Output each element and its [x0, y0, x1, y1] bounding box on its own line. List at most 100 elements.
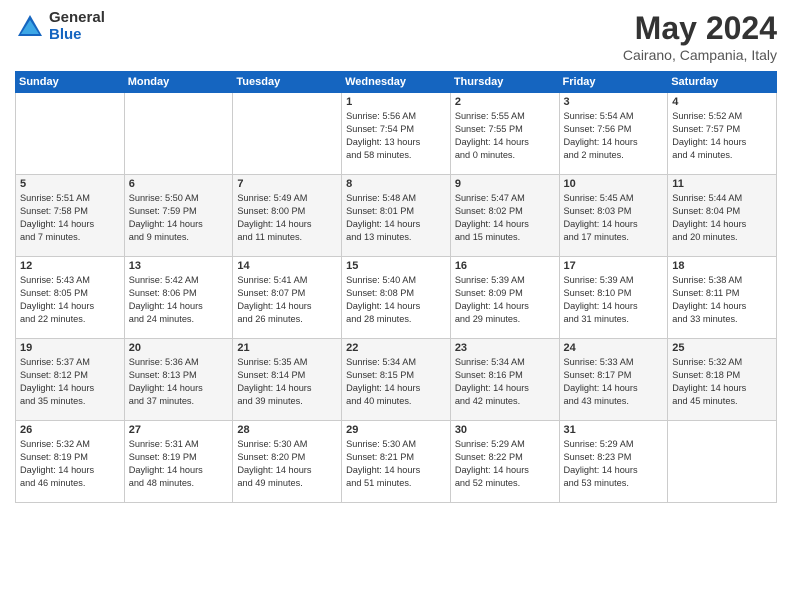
day-number: 20 — [129, 342, 229, 354]
day-number: 6 — [129, 178, 229, 190]
cell-content: Sunrise: 5:33 AM Sunset: 8:17 PM Dayligh… — [564, 356, 664, 408]
day-number: 31 — [564, 424, 664, 436]
location: Cairano, Campania, Italy — [623, 47, 777, 63]
cell-content: Sunrise: 5:37 AM Sunset: 8:12 PM Dayligh… — [20, 356, 120, 408]
day-number: 23 — [455, 342, 555, 354]
cell-content: Sunrise: 5:30 AM Sunset: 8:21 PM Dayligh… — [346, 438, 446, 490]
day-number: 17 — [564, 260, 664, 272]
cell-w1-d2 — [124, 93, 233, 175]
cell-content: Sunrise: 5:31 AM Sunset: 8:19 PM Dayligh… — [129, 438, 229, 490]
day-number: 12 — [20, 260, 120, 272]
cell-content: Sunrise: 5:47 AM Sunset: 8:02 PM Dayligh… — [455, 192, 555, 244]
cell-w2-d4: 8 Sunrise: 5:48 AM Sunset: 8:01 PM Daylig… — [342, 175, 451, 257]
cell-w1-d7: 4 Sunrise: 5:52 AM Sunset: 7:57 PM Daylig… — [668, 93, 777, 175]
cell-w5-d5: 30Sunrise: 5:29 AM Sunset: 8:22 PM Dayli… — [450, 421, 559, 503]
cell-content: Sunrise: 5:55 AM Sunset: 7:55 PM Dayligh… — [455, 110, 555, 162]
day-number: 22 — [346, 342, 446, 354]
col-saturday: Saturday — [668, 72, 777, 93]
cell-content: Sunrise: 5:35 AM Sunset: 8:14 PM Dayligh… — [237, 356, 337, 408]
cell-content: Sunrise: 5:44 AM Sunset: 8:04 PM Dayligh… — [672, 192, 772, 244]
cell-content: Sunrise: 5:52 AM Sunset: 7:57 PM Dayligh… — [672, 110, 772, 162]
cell-w4-d2: 20 Sunrise: 5:36 AM Sunset: 8:13 PM Dayli… — [124, 339, 233, 421]
cell-w5-d6: 31 Sunrise: 5:29 AM Sunset: 8:23 PM Dayli… — [559, 421, 668, 503]
cell-content: Sunrise: 5:40 AM Sunset: 8:08 PM Dayligh… — [346, 274, 446, 326]
day-number: 9 — [455, 178, 555, 190]
cell-w3-d5: 16 Sunrise: 5:39 AM Sunset: 8:09 PM Dayli… — [450, 257, 559, 339]
day-number: 3 — [564, 96, 664, 108]
cell-content: Sunrise: 5:29 AM Sunset: 8:23 PM Dayligh… — [564, 438, 664, 490]
day-number: 30 — [455, 424, 555, 436]
cell-content: Sunrise: 5:36 AM Sunset: 8:13 PM Dayligh… — [129, 356, 229, 408]
week-row-5: 26 Sunrise: 5:32 AM Sunset: 8:19 PM Dayli… — [16, 421, 777, 503]
logo-icon — [15, 12, 45, 42]
day-number: 4 — [672, 96, 772, 108]
day-number: 13 — [129, 260, 229, 272]
header-row: Sunday Monday Tuesday Wednesday Thursday… — [16, 72, 777, 93]
cell-content: Sunrise: 5:34 AM Sunset: 8:15 PM Dayligh… — [346, 356, 446, 408]
day-number: 25 — [672, 342, 772, 354]
week-row-3: 12 Sunrise: 5:43 AM Sunset: 8:05 PM Dayli… — [16, 257, 777, 339]
cell-content: Sunrise: 5:32 AM Sunset: 8:19 PM Dayligh… — [20, 438, 120, 490]
cell-content: Sunrise: 5:39 AM Sunset: 8:09 PM Dayligh… — [455, 274, 555, 326]
cell-content: Sunrise: 5:54 AM Sunset: 7:56 PM Dayligh… — [564, 110, 664, 162]
cell-w1-d1 — [16, 93, 125, 175]
col-thursday: Thursday — [450, 72, 559, 93]
cell-content: Sunrise: 5:43 AM Sunset: 8:05 PM Dayligh… — [20, 274, 120, 326]
cell-w3-d4: 15 Sunrise: 5:40 AM Sunset: 8:08 PM Dayli… — [342, 257, 451, 339]
col-sunday: Sunday — [16, 72, 125, 93]
day-number: 15 — [346, 260, 446, 272]
day-number: 2 — [455, 96, 555, 108]
cell-content: Sunrise: 5:34 AM Sunset: 8:16 PM Dayligh… — [455, 356, 555, 408]
cell-w5-d1: 26 Sunrise: 5:32 AM Sunset: 8:19 PM Dayli… — [16, 421, 125, 503]
cell-w2-d7: 11Sunrise: 5:44 AM Sunset: 8:04 PM Dayli… — [668, 175, 777, 257]
cell-w2-d1: 5Sunrise: 5:51 AM Sunset: 7:58 PM Daylig… — [16, 175, 125, 257]
day-number: 1 — [346, 96, 446, 108]
cell-w4-d6: 24 Sunrise: 5:33 AM Sunset: 8:17 PM Dayli… — [559, 339, 668, 421]
day-number: 7 — [237, 178, 337, 190]
cell-w1-d4: 1Sunrise: 5:56 AM Sunset: 7:54 PM Daylig… — [342, 93, 451, 175]
cell-w3-d2: 13Sunrise: 5:42 AM Sunset: 8:06 PM Dayli… — [124, 257, 233, 339]
cell-w3-d3: 14 Sunrise: 5:41 AM Sunset: 8:07 PM Dayli… — [233, 257, 342, 339]
cell-w5-d4: 29Sunrise: 5:30 AM Sunset: 8:21 PM Dayli… — [342, 421, 451, 503]
cell-w1-d6: 3 Sunrise: 5:54 AM Sunset: 7:56 PM Daylig… — [559, 93, 668, 175]
cell-content: Sunrise: 5:30 AM Sunset: 8:20 PM Dayligh… — [237, 438, 337, 490]
header: General Blue May 2024 Cairano, Campania,… — [15, 10, 777, 63]
cell-w5-d7 — [668, 421, 777, 503]
cell-content: Sunrise: 5:49 AM Sunset: 8:00 PM Dayligh… — [237, 192, 337, 244]
cell-w3-d1: 12 Sunrise: 5:43 AM Sunset: 8:05 PM Dayli… — [16, 257, 125, 339]
day-number: 14 — [237, 260, 337, 272]
day-number: 5 — [20, 178, 120, 190]
week-row-1: 1Sunrise: 5:56 AM Sunset: 7:54 PM Daylig… — [16, 93, 777, 175]
cell-w5-d3: 28 Sunrise: 5:30 AM Sunset: 8:20 PM Dayli… — [233, 421, 342, 503]
cell-content: Sunrise: 5:38 AM Sunset: 8:11 PM Dayligh… — [672, 274, 772, 326]
cell-w2-d3: 7 Sunrise: 5:49 AM Sunset: 8:00 PM Daylig… — [233, 175, 342, 257]
cell-w1-d3 — [233, 93, 342, 175]
cell-content: Sunrise: 5:50 AM Sunset: 7:59 PM Dayligh… — [129, 192, 229, 244]
week-row-2: 5Sunrise: 5:51 AM Sunset: 7:58 PM Daylig… — [16, 175, 777, 257]
cell-content: Sunrise: 5:32 AM Sunset: 8:18 PM Dayligh… — [672, 356, 772, 408]
cell-w1-d5: 2 Sunrise: 5:55 AM Sunset: 7:55 PM Daylig… — [450, 93, 559, 175]
day-number: 26 — [20, 424, 120, 436]
calendar-table: Sunday Monday Tuesday Wednesday Thursday… — [15, 71, 777, 503]
cell-w4-d5: 23 Sunrise: 5:34 AM Sunset: 8:16 PM Dayli… — [450, 339, 559, 421]
cell-w2-d5: 9 Sunrise: 5:47 AM Sunset: 8:02 PM Daylig… — [450, 175, 559, 257]
day-number: 28 — [237, 424, 337, 436]
cell-w4-d4: 22 Sunrise: 5:34 AM Sunset: 8:15 PM Dayli… — [342, 339, 451, 421]
col-wednesday: Wednesday — [342, 72, 451, 93]
col-monday: Monday — [124, 72, 233, 93]
page: General Blue May 2024 Cairano, Campania,… — [0, 0, 792, 612]
day-number: 21 — [237, 342, 337, 354]
cell-content: Sunrise: 5:45 AM Sunset: 8:03 PM Dayligh… — [564, 192, 664, 244]
day-number: 8 — [346, 178, 446, 190]
col-friday: Friday — [559, 72, 668, 93]
day-number: 24 — [564, 342, 664, 354]
cell-w3-d6: 17Sunrise: 5:39 AM Sunset: 8:10 PM Dayli… — [559, 257, 668, 339]
week-row-4: 19Sunrise: 5:37 AM Sunset: 8:12 PM Dayli… — [16, 339, 777, 421]
cell-content: Sunrise: 5:48 AM Sunset: 8:01 PM Dayligh… — [346, 192, 446, 244]
logo: General Blue — [15, 10, 105, 43]
day-number: 16 — [455, 260, 555, 272]
logo-blue-text: Blue — [49, 27, 105, 44]
col-tuesday: Tuesday — [233, 72, 342, 93]
cell-w2-d2: 6 Sunrise: 5:50 AM Sunset: 7:59 PM Daylig… — [124, 175, 233, 257]
cell-content: Sunrise: 5:41 AM Sunset: 8:07 PM Dayligh… — [237, 274, 337, 326]
